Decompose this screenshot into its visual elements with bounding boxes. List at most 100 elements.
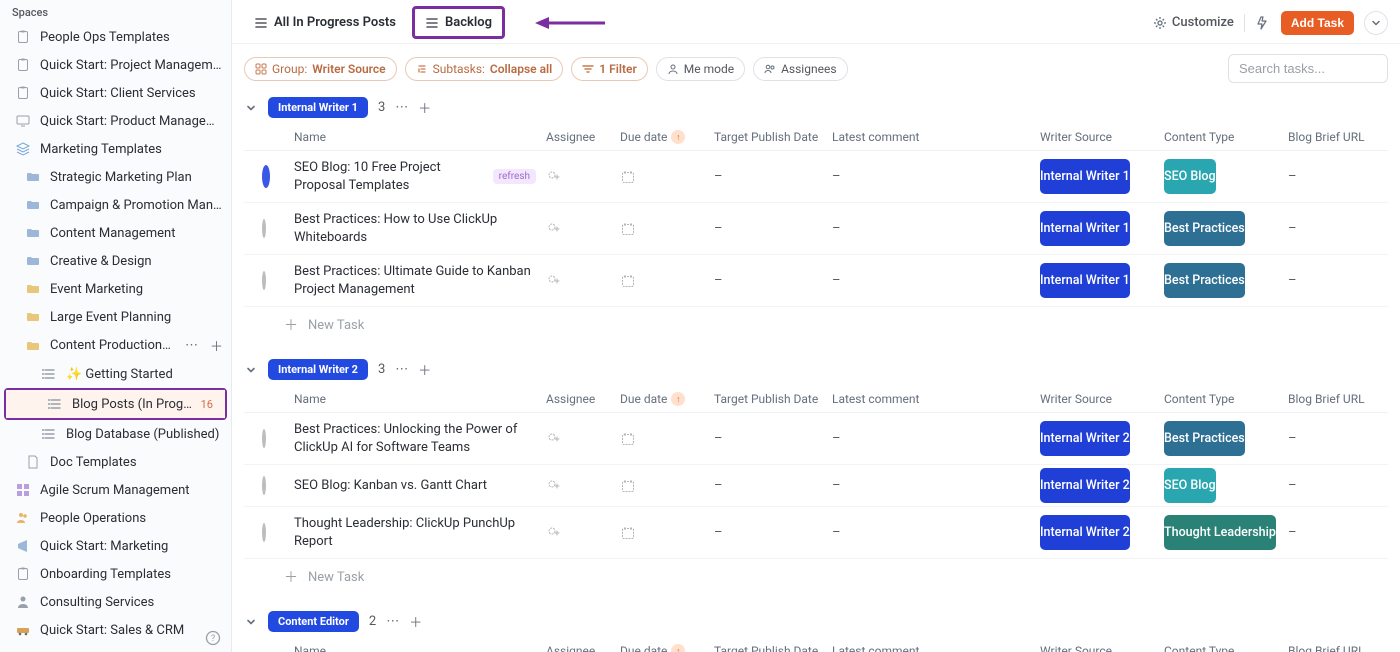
- col-latest[interactable]: Latest comment: [832, 644, 1040, 652]
- tag-refresh[interactable]: refresh: [493, 169, 536, 184]
- new-task-row[interactable]: ＋New Task: [244, 307, 1388, 341]
- col-brief[interactable]: Blog Brief URL: [1288, 392, 1388, 406]
- content-type-badge[interactable]: Best Practices: [1164, 211, 1245, 246]
- writer-badge[interactable]: Internal Writer 2: [1040, 515, 1130, 550]
- task-row[interactable]: Best Practices: Unlocking the Power of C…: [244, 413, 1388, 465]
- assignee-add-icon[interactable]: [546, 431, 620, 447]
- sidebar-item[interactable]: Quick Start: Product Management: [0, 107, 231, 135]
- due-date-icon[interactable]: [620, 221, 714, 237]
- status-dot[interactable]: [262, 271, 266, 290]
- sidebar-item[interactable]: ✨ Getting Started: [0, 360, 231, 388]
- sidebar-item[interactable]: Onboarding Templates: [0, 560, 231, 588]
- col-name[interactable]: Name: [294, 392, 546, 406]
- col-brief[interactable]: Blog Brief URL: [1288, 644, 1388, 652]
- col-content[interactable]: Content Type: [1164, 644, 1288, 652]
- task-row[interactable]: SEO Blog: Kanban vs. Gantt Chart – – Int…: [244, 465, 1388, 507]
- status-dot[interactable]: [262, 523, 266, 542]
- target-cell[interactable]: –: [714, 478, 832, 493]
- view-tab-all-in-progress[interactable]: All In Progress Posts: [244, 9, 406, 36]
- more-icon[interactable]: ⋯: [395, 100, 408, 115]
- sidebar-item[interactable]: Strategic Marketing Plan: [0, 163, 231, 191]
- col-writer[interactable]: Writer Source: [1040, 392, 1164, 406]
- due-date-icon[interactable]: [620, 431, 714, 447]
- task-row[interactable]: SEO Blog: 10 Free Project Proposal Templ…: [244, 151, 1388, 203]
- target-cell[interactable]: –: [714, 525, 832, 540]
- sidebar-item[interactable]: Event Marketing: [0, 275, 231, 303]
- sidebar-item[interactable]: Blog Database (Published): [0, 420, 231, 448]
- new-task-row[interactable]: ＋New Task: [244, 559, 1388, 593]
- plus-icon[interactable]: ＋: [210, 336, 223, 355]
- due-date-icon[interactable]: [620, 478, 714, 494]
- assignee-add-icon[interactable]: [546, 478, 620, 494]
- writer-badge[interactable]: Internal Writer 1: [1040, 159, 1130, 194]
- brief-cell[interactable]: –: [1288, 221, 1388, 236]
- automation-icon[interactable]: [1255, 15, 1271, 31]
- writer-badge[interactable]: Internal Writer 1: [1040, 211, 1130, 246]
- latest-cell[interactable]: –: [832, 478, 1040, 493]
- task-row[interactable]: Best Practices: How to Use ClickUp White…: [244, 203, 1388, 255]
- status-dot[interactable]: [262, 165, 270, 188]
- sidebar-item-selected[interactable]: Blog Posts (In Progress) 16: [6, 390, 225, 418]
- assignee-add-icon[interactable]: [546, 525, 620, 541]
- add-task-menu-button[interactable]: [1364, 11, 1388, 35]
- sidebar-item[interactable]: Quick Start: Marketing: [0, 532, 231, 560]
- target-cell[interactable]: –: [714, 273, 832, 288]
- collapse-icon[interactable]: [244, 103, 258, 113]
- content-type-badge[interactable]: Best Practices: [1164, 263, 1245, 298]
- col-name[interactable]: Name: [294, 130, 546, 144]
- sidebar-item[interactable]: Campaign & Promotion Manage…: [0, 191, 231, 219]
- assignees-pill[interactable]: Assignees: [753, 57, 847, 81]
- col-target[interactable]: Target Publish Date: [714, 644, 832, 652]
- sidebar-item[interactable]: Doc Templates: [0, 448, 231, 476]
- view-tab-backlog[interactable]: Backlog: [415, 9, 502, 36]
- group-chip[interactable]: Internal Writer 1: [268, 97, 368, 118]
- sidebar-item[interactable]: Quick Start: Client Services: [0, 79, 231, 107]
- sidebar-item[interactable]: Quick Start: Project Management: [0, 51, 231, 79]
- plus-icon[interactable]: ＋: [409, 612, 422, 631]
- latest-cell[interactable]: –: [832, 221, 1040, 236]
- target-cell[interactable]: –: [714, 431, 832, 446]
- sidebar-item[interactable]: Marketing Templates: [0, 135, 231, 163]
- search-input[interactable]: [1228, 54, 1388, 83]
- content-type-badge[interactable]: Thought Leadership: [1164, 515, 1276, 550]
- target-cell[interactable]: –: [714, 221, 832, 236]
- task-row[interactable]: Best Practices: Ultimate Guide to Kanban…: [244, 255, 1388, 307]
- collapse-icon[interactable]: [244, 617, 258, 627]
- sidebar-item[interactable]: Agile Scrum Management: [0, 476, 231, 504]
- more-icon[interactable]: ⋯: [185, 338, 198, 353]
- col-due-date[interactable]: Due date↑: [620, 392, 714, 406]
- sidebar-item[interactable]: Content Production Scali… ⋯＋: [0, 331, 231, 360]
- brief-cell[interactable]: –: [1288, 478, 1388, 493]
- col-writer[interactable]: Writer Source: [1040, 130, 1164, 144]
- assignee-add-icon[interactable]: [546, 273, 620, 289]
- collapse-icon[interactable]: [244, 365, 258, 375]
- col-target[interactable]: Target Publish Date: [714, 392, 832, 406]
- status-dot[interactable]: [262, 219, 266, 238]
- customize-button[interactable]: Customize: [1153, 15, 1234, 30]
- writer-badge[interactable]: Internal Writer 2: [1040, 421, 1130, 456]
- brief-cell[interactable]: –: [1288, 273, 1388, 288]
- content-type-badge[interactable]: SEO Blog: [1164, 468, 1216, 503]
- subtasks-pill[interactable]: Subtasks: Collapse all: [405, 57, 564, 81]
- status-dot[interactable]: [262, 476, 266, 495]
- sidebar-item[interactable]: Content Management: [0, 219, 231, 247]
- due-date-icon[interactable]: [620, 169, 714, 185]
- latest-cell[interactable]: –: [832, 169, 1040, 184]
- writer-badge[interactable]: Internal Writer 1: [1040, 263, 1130, 298]
- plus-icon[interactable]: ＋: [418, 360, 431, 379]
- sidebar-item[interactable]: Quick Start: Sales & CRM: [0, 616, 231, 644]
- plus-icon[interactable]: ＋: [418, 98, 431, 117]
- sidebar-item[interactable]: Large Event Planning: [0, 303, 231, 331]
- col-due-date[interactable]: Due date↑: [620, 644, 714, 652]
- sidebar-item[interactable]: Consulting Services: [0, 588, 231, 616]
- content-type-badge[interactable]: Best Practices: [1164, 421, 1245, 456]
- latest-cell[interactable]: –: [832, 431, 1040, 446]
- assignee-add-icon[interactable]: [546, 169, 620, 185]
- sidebar-item[interactable]: People Ops Templates: [0, 23, 231, 51]
- filter-pill[interactable]: 1 Filter: [571, 57, 647, 81]
- latest-cell[interactable]: –: [832, 525, 1040, 540]
- col-target[interactable]: Target Publish Date: [714, 130, 832, 144]
- col-name[interactable]: Name: [294, 644, 546, 652]
- more-icon[interactable]: ⋯: [386, 614, 399, 629]
- col-writer[interactable]: Writer Source: [1040, 644, 1164, 652]
